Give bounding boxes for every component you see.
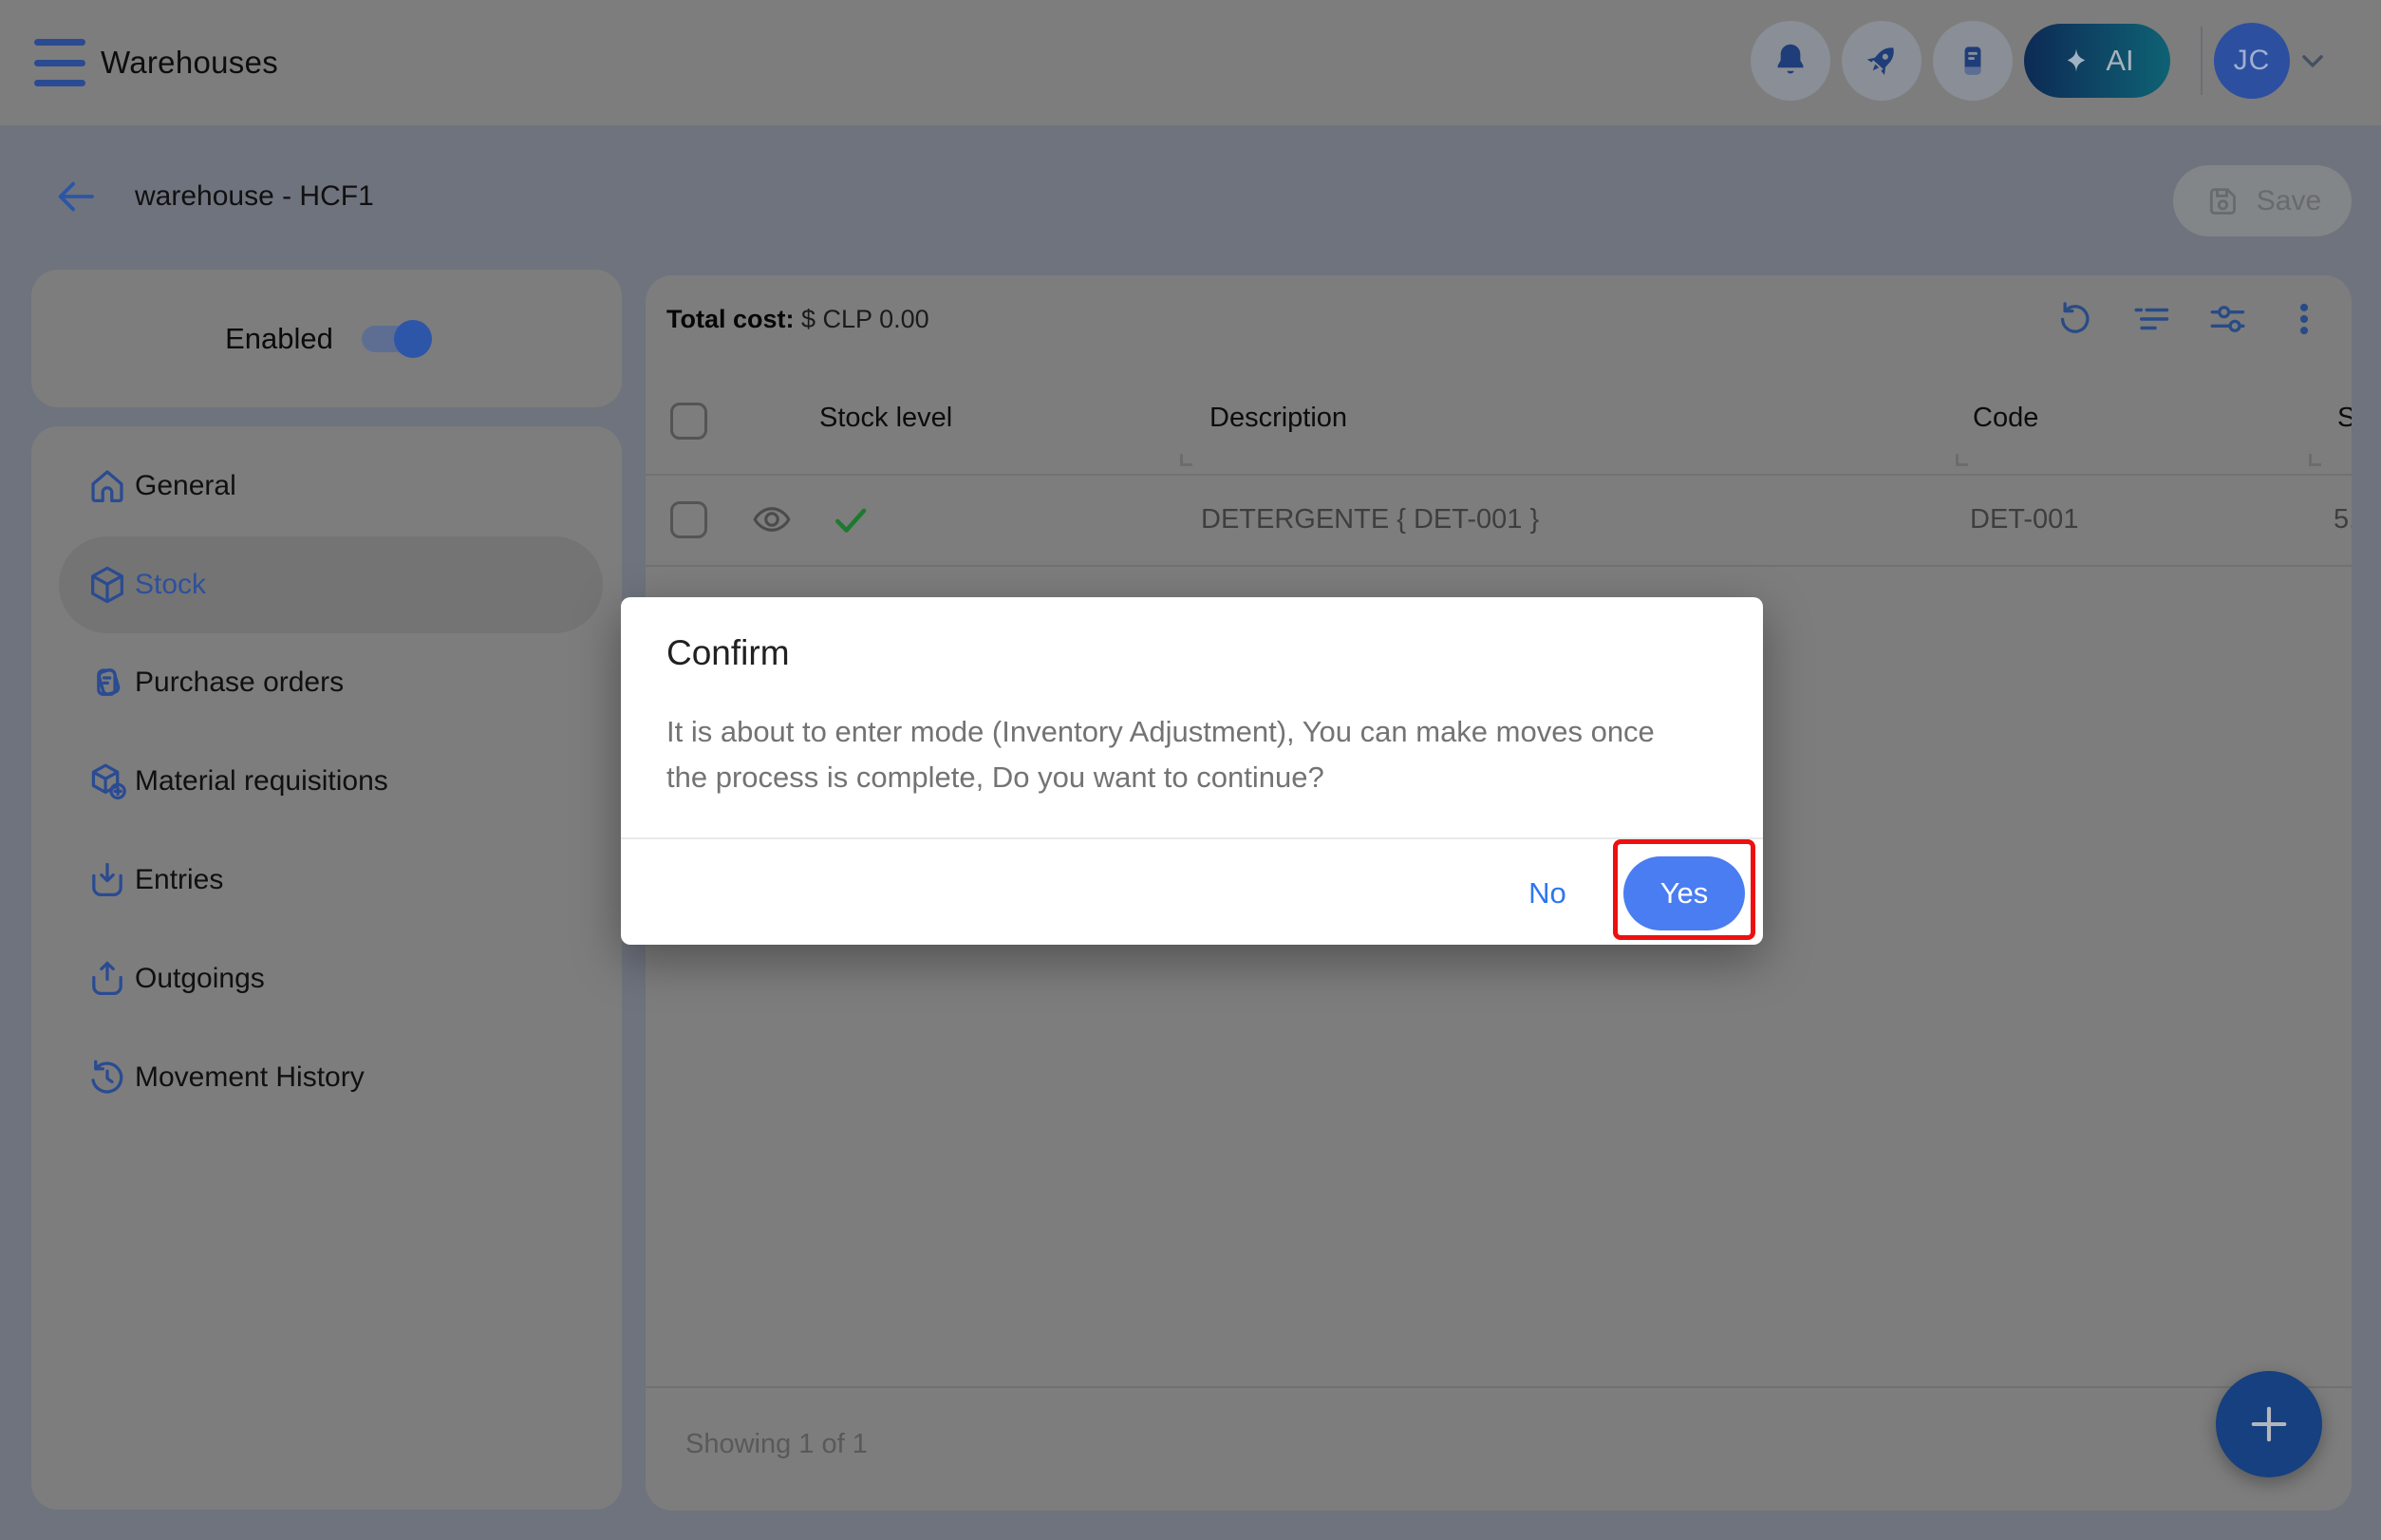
app-screen: Warehouses (0, 0, 2381, 1540)
confirm-dialog: Confirm It is about to enter mode (Inven… (621, 597, 1763, 945)
dialog-footer-divider (621, 837, 1763, 839)
dialog-message-line: It is about to enter mode (Inventory Adj… (666, 709, 1730, 755)
dialog-message: It is about to enter mode (Inventory Adj… (666, 709, 1730, 800)
no-button[interactable]: No (1513, 874, 1582, 912)
annotation-highlight-box (1613, 839, 1755, 940)
dialog-message-line: the process is complete, Do you want to … (666, 755, 1730, 800)
dialog-title: Confirm (666, 633, 790, 673)
